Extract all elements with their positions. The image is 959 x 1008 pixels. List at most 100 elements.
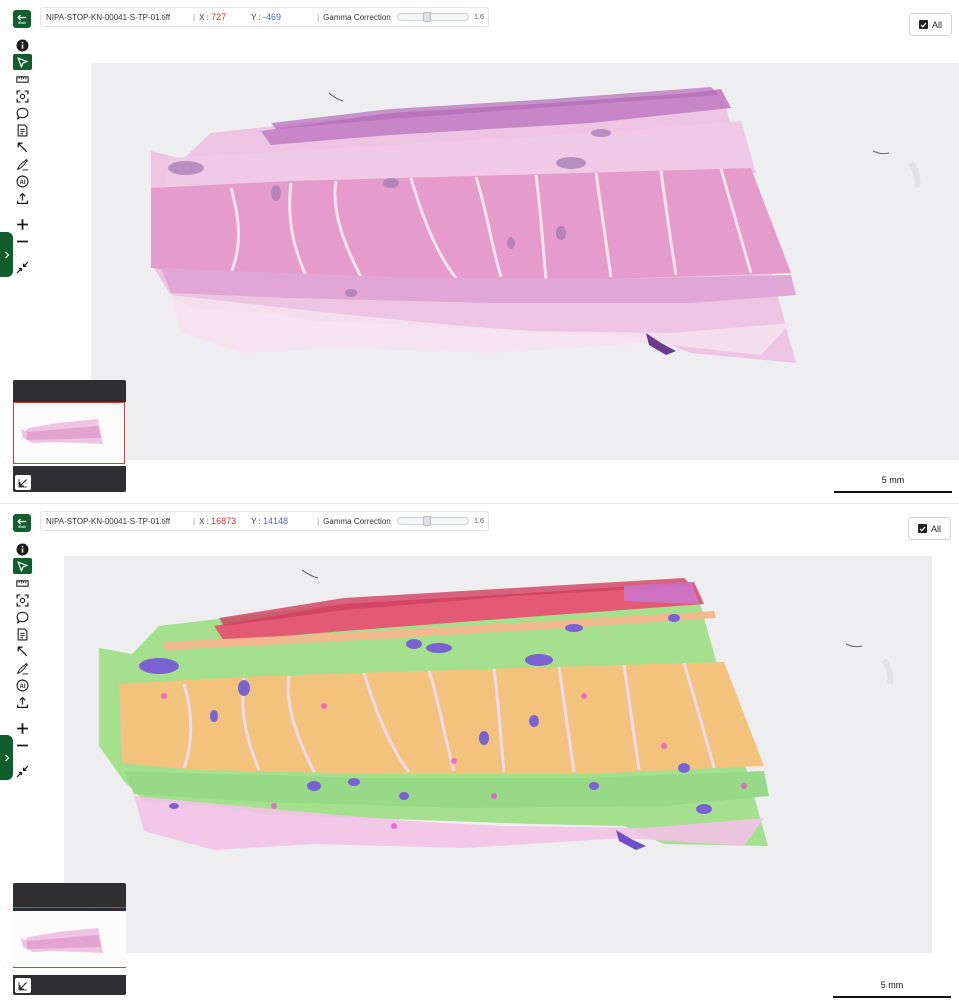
- y-coordinate: Y : -469: [251, 12, 281, 22]
- comment-tool-button[interactable]: [13, 105, 32, 121]
- select-tool-button[interactable]: [13, 54, 32, 70]
- info-button[interactable]: [13, 37, 32, 53]
- ai-icon: AI: [16, 175, 29, 187]
- zoom-in-icon: [17, 218, 28, 230]
- brush-icon: [16, 158, 29, 170]
- fit-screen-button[interactable]: [13, 259, 32, 275]
- roi-capture-icon: [16, 89, 29, 103]
- zoom-in-icon: [17, 722, 28, 734]
- scale-bar: 5 mm: [833, 980, 951, 1000]
- navigator-minimap[interactable]: [13, 883, 126, 995]
- minimap-toggle-button[interactable]: [15, 475, 31, 490]
- exit-button[interactable]: Exit: [13, 10, 31, 28]
- show-all-annotations-button[interactable]: All: [909, 13, 952, 36]
- tissue-section-segmentation: [99, 569, 894, 850]
- info-button[interactable]: [13, 541, 32, 557]
- comment-icon: [16, 611, 29, 624]
- fit-screen-icon: [16, 765, 29, 777]
- comment-tool-button[interactable]: [13, 609, 32, 625]
- minimap-thumbnail: [13, 911, 126, 975]
- select-pointer-icon: [17, 560, 29, 572]
- gamma-value: 1.6: [474, 13, 484, 21]
- navigator-minimap[interactable]: [13, 380, 126, 492]
- notes-icon: [17, 124, 28, 136]
- exit-label: Exit: [18, 19, 26, 25]
- scale-bar: 5 mm: [834, 475, 952, 495]
- capture-tool-button[interactable]: [13, 592, 32, 608]
- fit-screen-button[interactable]: [13, 763, 32, 779]
- exit-label: Exit: [18, 523, 26, 529]
- arrow-annotate-icon: [17, 646, 28, 656]
- file-name: NIPA-STOP-KN-00041-S-TP-01.tiff: [46, 12, 171, 22]
- separator: |: [317, 516, 320, 526]
- brush-tool-button[interactable]: [13, 660, 32, 676]
- upload-icon: [17, 192, 28, 204]
- info-icon: [16, 543, 29, 555]
- arrow-tool-button[interactable]: [13, 139, 32, 155]
- ai-icon: AI: [16, 679, 29, 691]
- side-panel-toggle[interactable]: [0, 232, 13, 277]
- roi-capture-icon: [16, 593, 29, 607]
- notes-icon: [17, 628, 28, 640]
- ruler-icon: [16, 75, 29, 83]
- ruler-tool-button[interactable]: [13, 575, 32, 591]
- ai-analysis-button[interactable]: AI: [13, 677, 32, 693]
- slide-viewer-bottom[interactable]: NIPA-STOP-KN-00041-S-TP-01.tiff | X : 16…: [0, 504, 959, 1008]
- x-coordinate: X : 727: [199, 12, 227, 22]
- tissue-section-he: [151, 87, 921, 363]
- all-label: All: [931, 19, 942, 30]
- upload-icon: [17, 696, 28, 708]
- zoom-in-button[interactable]: [13, 720, 32, 736]
- all-checkbox[interactable]: [917, 524, 927, 533]
- comment-icon: [16, 107, 29, 120]
- collapse-arrow-icon: [18, 478, 27, 487]
- chevron-right-icon: [4, 251, 9, 258]
- show-all-annotations-button[interactable]: All: [908, 517, 951, 540]
- minimap-viewport-top-edge: [13, 907, 126, 908]
- brush-tool-button[interactable]: [13, 156, 32, 172]
- gamma-correction-label: Gamma Correction: [323, 12, 391, 22]
- minimap-viewport-bottom-edge: [13, 967, 126, 968]
- x-coordinate: X : 16873: [199, 516, 237, 526]
- arrow-annotate-icon: [17, 142, 28, 152]
- scale-bar-line: [834, 491, 952, 493]
- zoom-out-icon: [17, 240, 28, 242]
- capture-tool-button[interactable]: [13, 88, 32, 104]
- image-info-bar: NIPA-STOP-KN-00041-S-TP-01.tiff | X : 72…: [40, 7, 489, 27]
- zoom-out-button[interactable]: [13, 737, 32, 753]
- select-pointer-icon: [17, 56, 29, 68]
- select-tool-button[interactable]: [13, 558, 32, 574]
- gamma-value: 1.6: [474, 517, 484, 525]
- arrow-tool-button[interactable]: [13, 643, 32, 659]
- side-panel-toggle[interactable]: [0, 735, 13, 780]
- brush-icon: [16, 662, 29, 674]
- collapse-arrow-icon: [18, 981, 27, 990]
- gamma-slider-thumb[interactable]: [423, 12, 432, 22]
- notes-tool-button[interactable]: [13, 122, 32, 138]
- exit-button[interactable]: Exit: [13, 514, 31, 532]
- scale-bar-label: 5 mm: [880, 980, 904, 990]
- gamma-slider[interactable]: [397, 12, 470, 22]
- file-name: NIPA-STOP-KN-00041-S-TP-01.tiff: [46, 516, 171, 526]
- ai-analysis-button[interactable]: AI: [13, 173, 32, 189]
- minimap-viewport[interactable]: [13, 402, 125, 464]
- upload-button[interactable]: [13, 694, 32, 710]
- gamma-slider-thumb[interactable]: [423, 516, 432, 526]
- gamma-slider[interactable]: [397, 516, 470, 526]
- fit-screen-icon: [16, 261, 29, 273]
- svg-text:AI: AI: [20, 683, 26, 689]
- gamma-correction-label: Gamma Correction: [323, 516, 391, 526]
- ruler-tool-button[interactable]: [13, 71, 32, 87]
- ruler-icon: [16, 579, 29, 587]
- zoom-in-button[interactable]: [13, 216, 32, 232]
- all-checkbox[interactable]: [918, 20, 928, 29]
- scale-bar-line: [833, 996, 951, 998]
- minimap-toggle-button[interactable]: [15, 978, 31, 993]
- upload-button[interactable]: [13, 190, 32, 206]
- notes-tool-button[interactable]: [13, 626, 32, 642]
- slide-viewer-top[interactable]: NIPA-STOP-KN-00041-S-TP-01.tiff | X : 72…: [0, 0, 959, 503]
- zoom-out-button[interactable]: [13, 233, 32, 249]
- svg-text:AI: AI: [20, 179, 26, 185]
- separator: |: [193, 12, 196, 22]
- zoom-out-icon: [17, 744, 28, 746]
